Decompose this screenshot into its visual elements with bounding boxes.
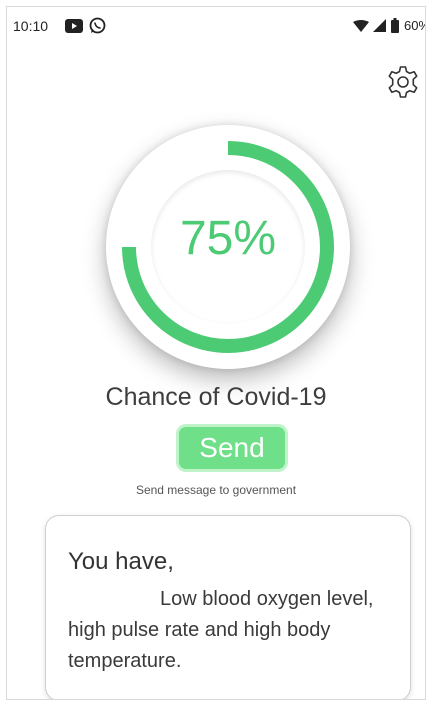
youtube-icon: [65, 19, 83, 33]
message-heading: You have,: [68, 548, 174, 575]
covid-chance-gauge: 75%: [106, 125, 350, 369]
signal-icon: [373, 19, 386, 32]
chance-caption: Chance of Covid-19: [105, 383, 327, 411]
send-hint-text: Send message to government: [135, 483, 297, 497]
status-bar: 10:10 60%: [7, 7, 425, 47]
battery-percent: 60%: [404, 18, 425, 33]
message-card: You have, Low blood oxygen level, high p…: [45, 515, 411, 699]
gauge-percentage: 75%: [179, 212, 277, 265]
message-body: Low blood oxygen level, high pulse rate …: [68, 588, 374, 672]
whatsapp-icon: [89, 17, 106, 34]
send-button[interactable]: Send: [179, 427, 285, 469]
status-time: 10:10: [13, 18, 49, 34]
phone-screen: 10:10 60% 75%: [6, 6, 426, 700]
settings-gear-icon[interactable]: [385, 64, 421, 100]
wifi-icon: [353, 20, 369, 32]
battery-icon: [391, 18, 399, 33]
